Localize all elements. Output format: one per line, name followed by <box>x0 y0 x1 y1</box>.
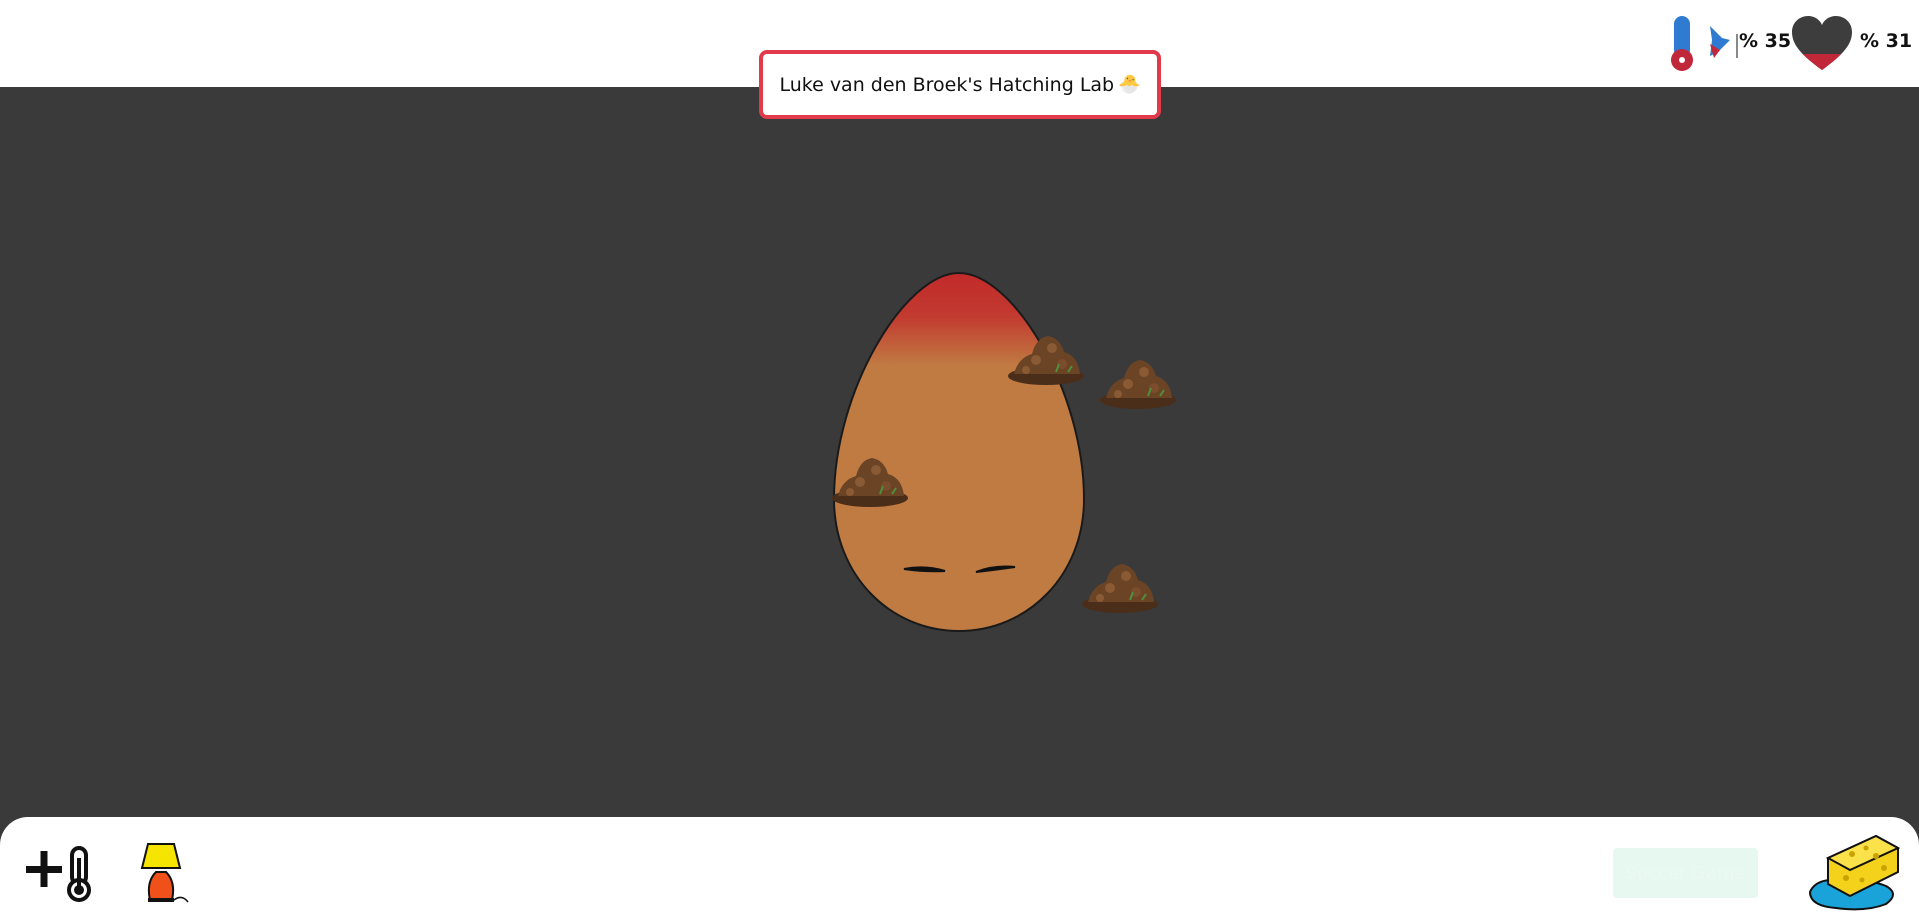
dirt-pile[interactable] <box>830 450 910 508</box>
dirt-pile[interactable] <box>1006 328 1086 386</box>
heart-icon <box>1792 16 1852 70</box>
health-value: % 31 <box>1860 30 1913 52</box>
lamp-icon[interactable] <box>138 842 190 904</box>
temperature-value: % 35 <box>1739 30 1792 52</box>
dirt-pile[interactable] <box>1098 352 1178 410</box>
add-heat-icon[interactable] <box>24 844 98 902</box>
sponge-icon[interactable] <box>1806 832 1902 912</box>
soccer-game-button[interactable]: Soccer Game <box>1613 848 1758 898</box>
thermometer-icon <box>1671 16 1738 71</box>
dirt-pile[interactable] <box>1080 556 1160 614</box>
